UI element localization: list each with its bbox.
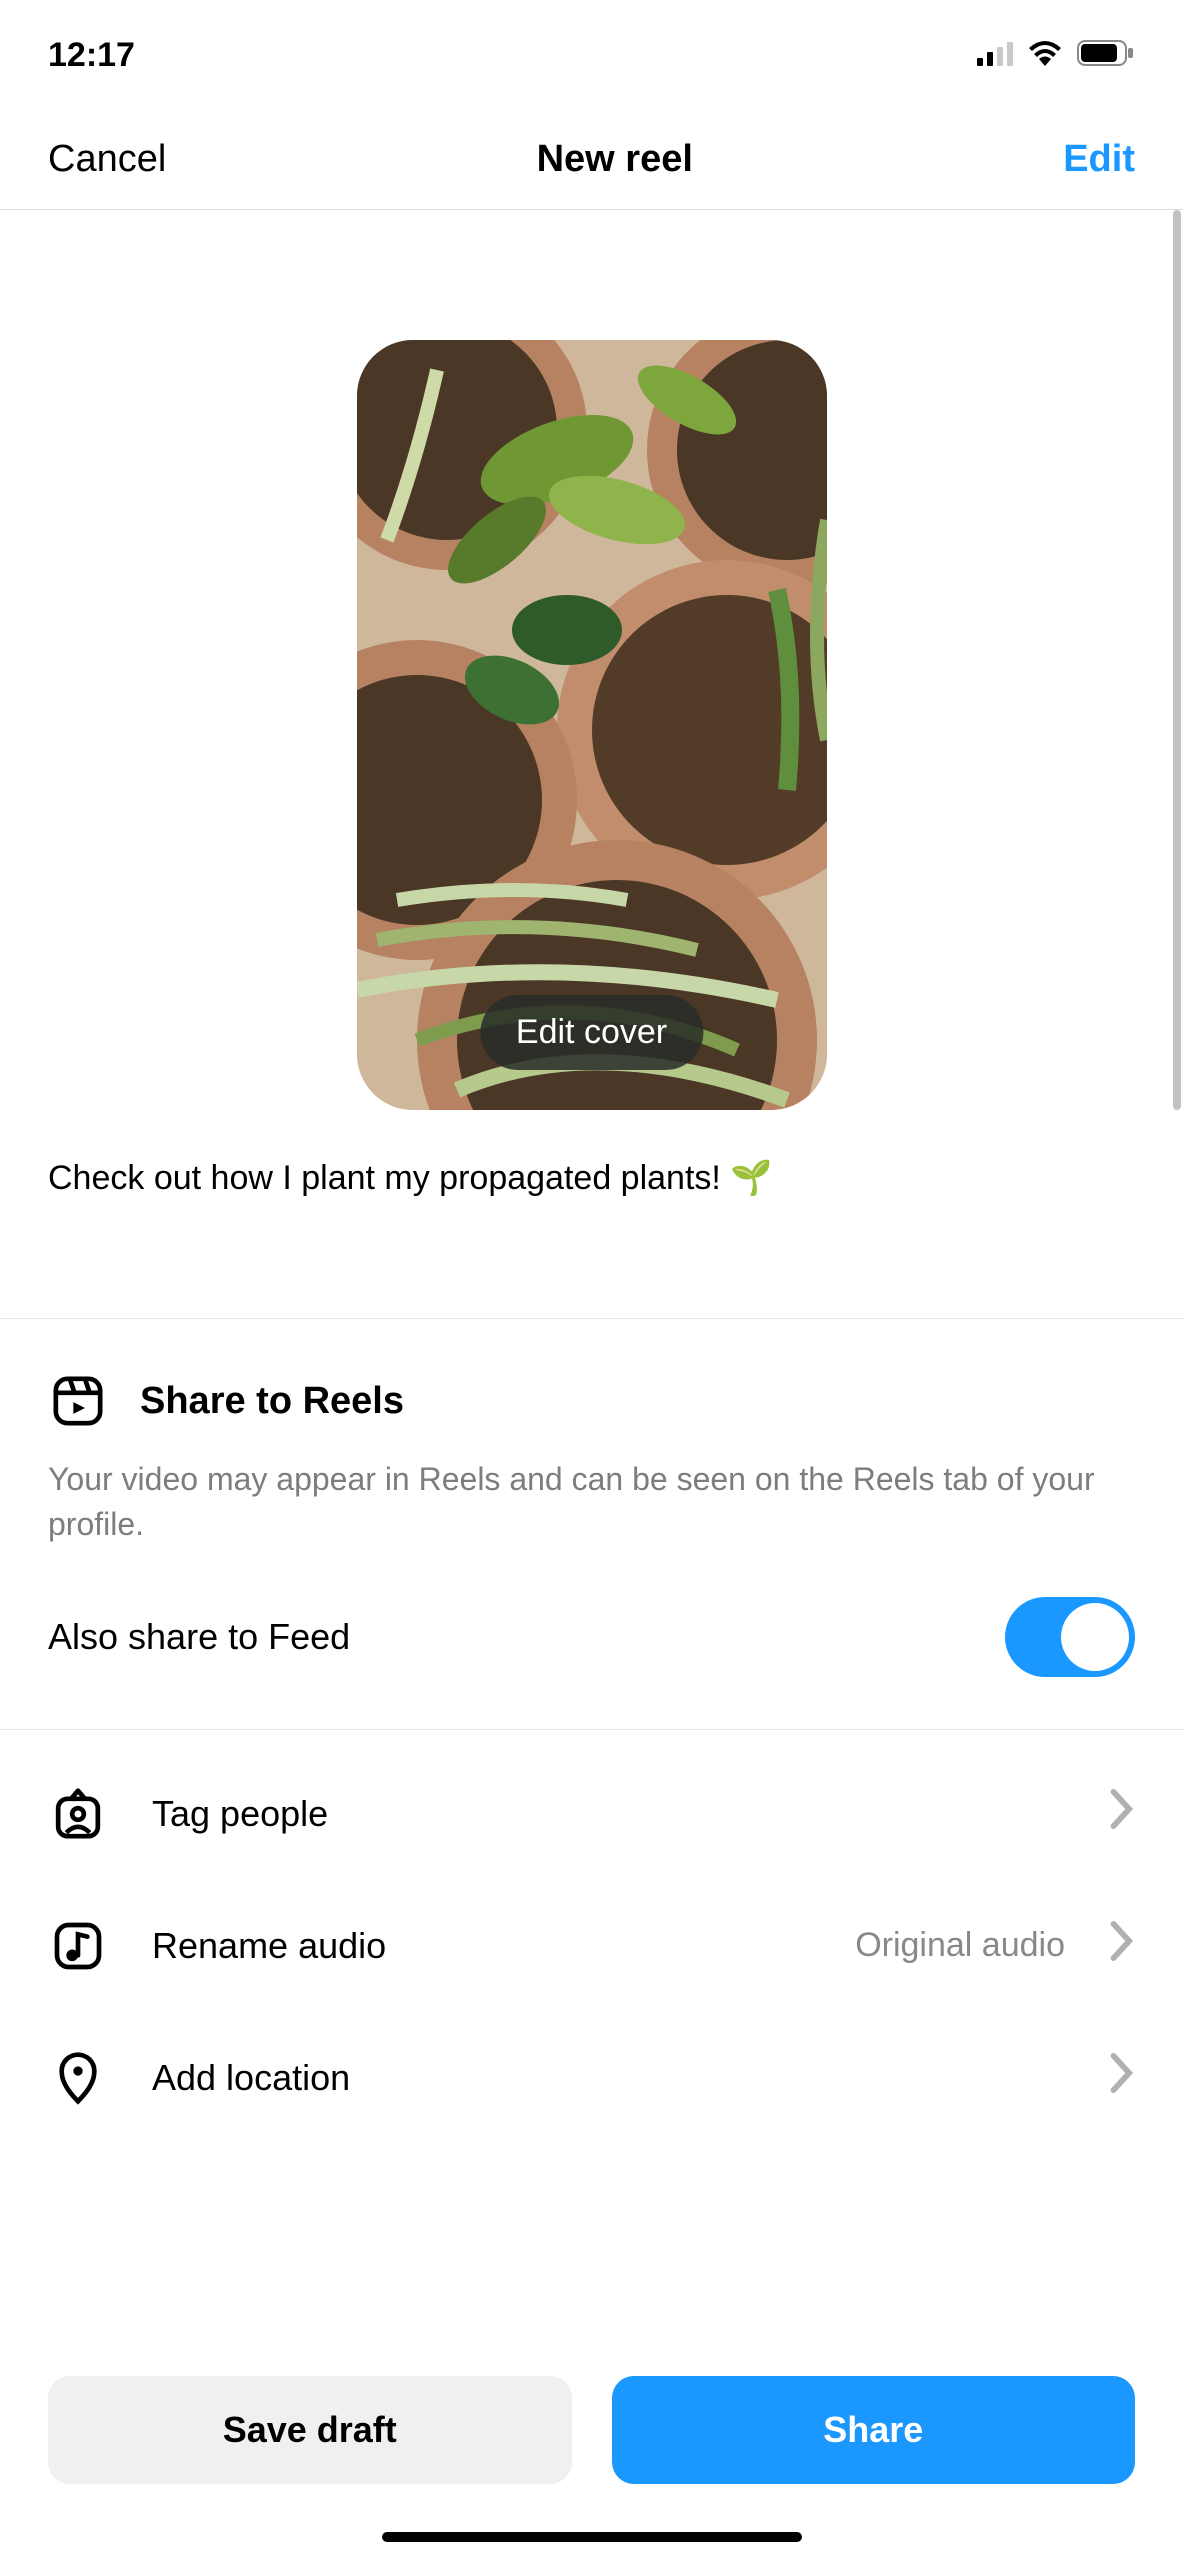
chevron-right-icon [1109,1921,1135,1970]
scrollbar[interactable] [1173,210,1181,1110]
wifi-icon [1027,36,1063,75]
tag-people-row[interactable]: Tag people [0,1748,1183,1880]
status-right [977,36,1135,75]
edit-cover-button[interactable]: Edit cover [480,995,703,1070]
caption-field[interactable]: Check out how I plant my propagated plan… [0,1110,1183,1318]
bottom-bar: Save draft Share [0,2328,1183,2532]
status-bar: 12:17 [0,0,1183,110]
edit-button[interactable]: Edit [1063,138,1135,181]
audio-icon [48,1916,108,1976]
rename-audio-label: Rename audio [152,1925,811,1967]
reels-icon [48,1371,108,1431]
cellular-icon [977,36,1013,75]
page-title: New reel [537,138,693,181]
chevron-right-icon [1109,1789,1135,1838]
home-indicator[interactable] [382,2532,802,2542]
share-to-reels-desc: Your video may appear in Reels and can b… [48,1457,1135,1547]
chevron-right-icon [1109,2053,1135,2102]
status-time: 12:17 [48,36,135,75]
cancel-button[interactable]: Cancel [48,138,166,181]
audio-value: Original audio [855,1926,1065,1965]
rename-audio-row[interactable]: Rename audio Original audio [0,1880,1183,2012]
person-tag-icon [48,1784,108,1844]
save-draft-button[interactable]: Save draft [48,2376,572,2484]
tag-people-label: Tag people [152,1793,1065,1835]
share-to-reels-section: Share to Reels Your video may appear in … [0,1318,1183,1729]
add-location-label: Add location [152,2057,1065,2099]
main-scroll[interactable]: Edit cover Check out how I plant my prop… [0,210,1183,2328]
battery-icon [1077,36,1135,75]
cover-preview[interactable]: Edit cover [357,340,827,1110]
share-to-reels-title: Share to Reels [140,1380,404,1423]
nav-bar: Cancel New reel Edit [0,110,1183,210]
location-pin-icon [48,2048,108,2108]
also-share-feed-label: Also share to Feed [48,1616,350,1658]
also-share-feed-toggle[interactable] [1005,1597,1135,1677]
add-location-row[interactable]: Add location [0,2012,1183,2144]
options-list: Tag people Rename audio Original audio [0,1729,1183,2162]
share-button[interactable]: Share [612,2376,1136,2484]
